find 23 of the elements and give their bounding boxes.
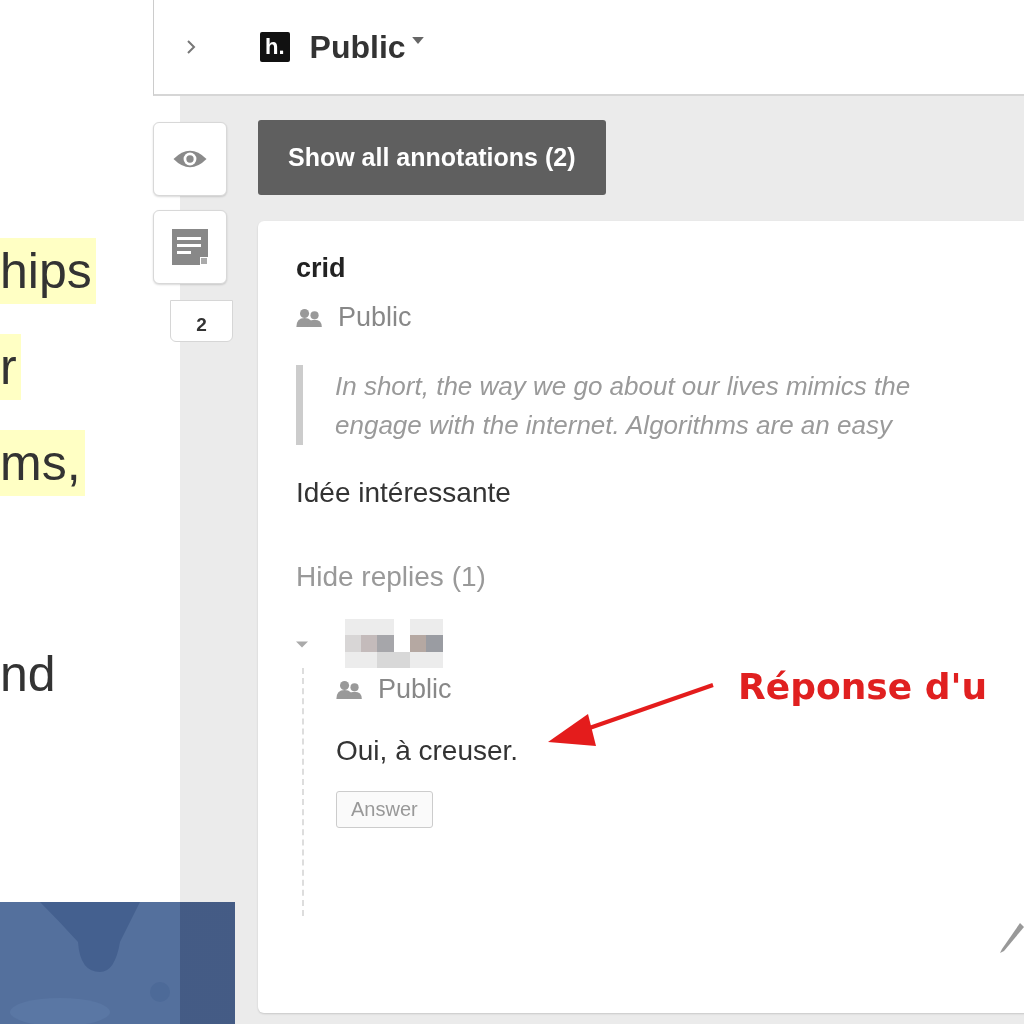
page-text: hips [0, 238, 96, 304]
author-name: crid [296, 253, 346, 284]
note-icon [172, 229, 208, 265]
annotation-text: Idée intéressante [296, 477, 511, 509]
quote: In short, the way we go about our lives mimics the engage with the internet. Algorithms are an easy [296, 365, 911, 445]
visibility-label: Public [338, 302, 412, 333]
eye-icon [171, 148, 209, 170]
page-text: nd [0, 645, 57, 704]
group-icon [336, 679, 364, 700]
caret-icon [411, 36, 424, 44]
annotation-count-tab[interactable]: 2 [170, 300, 233, 342]
reply-text: Oui, à creuser. [336, 735, 519, 767]
chevron-right-icon[interactable] [186, 39, 196, 55]
logo[interactable]: h. [260, 32, 290, 62]
page-text: r [0, 334, 21, 400]
page-text: ms, [0, 430, 85, 496]
group-icon [296, 307, 324, 328]
callout-text: Réponse d'u [738, 666, 988, 707]
visibility-label: Public [378, 674, 452, 705]
eye-button[interactable] [153, 122, 227, 196]
notes-button[interactable] [153, 210, 227, 284]
show-all-button[interactable]: Show all annotations (2) [258, 120, 606, 195]
group-dropdown[interactable]: Public [309, 28, 424, 66]
